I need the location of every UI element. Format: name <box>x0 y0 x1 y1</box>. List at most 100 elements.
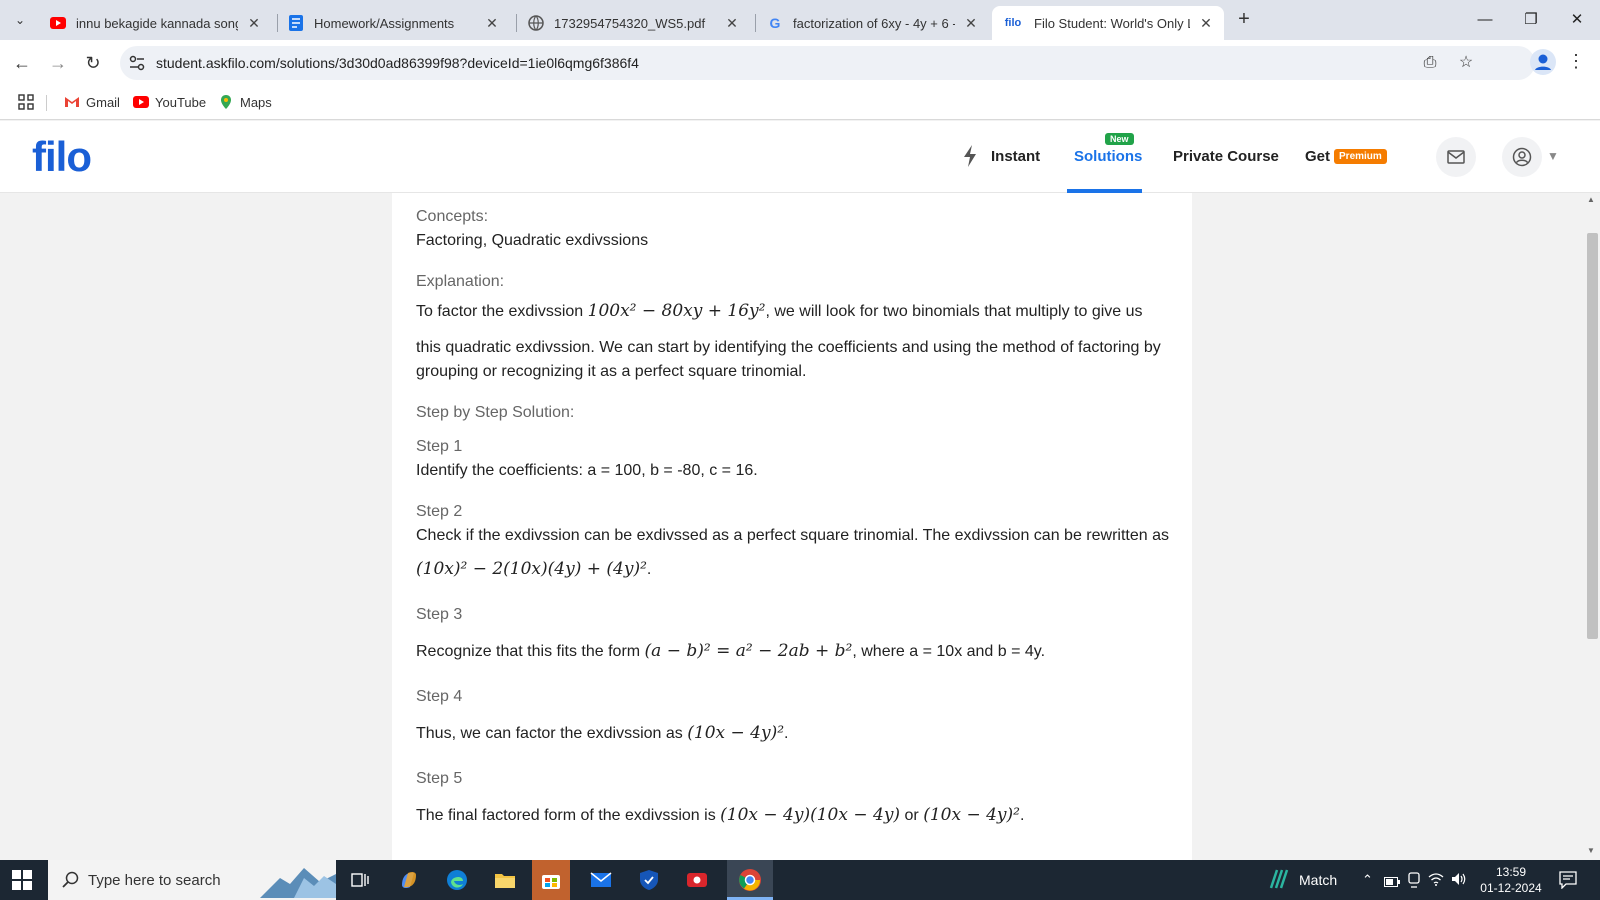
step-3-text: Recognize that this fits the form (a − b… <box>416 639 1176 664</box>
url-text: student.askfilo.com/solutions/3d30d0ad86… <box>156 55 639 71</box>
bookmark-label: YouTube <box>155 94 207 110</box>
browser-toolbar: ← → ↻ student.askfilo.com/solutions/3d30… <box>0 40 1600 86</box>
bookmark-maps[interactable]: Maps <box>218 94 272 110</box>
windows-start-icon[interactable] <box>12 870 32 890</box>
mail-icon[interactable] <box>1436 137 1476 177</box>
explanation-label: Explanation: <box>416 273 505 290</box>
step-1-text: Identify the coefficients: a = 100, b = … <box>416 462 758 479</box>
user-account-icon[interactable] <box>1502 137 1542 177</box>
address-bar[interactable]: student.askfilo.com/solutions/3d30d0ad86… <box>120 46 1535 80</box>
filo-logo[interactable]: filo <box>32 133 92 181</box>
nav-get-premium[interactable]: Get Premium <box>1305 148 1387 165</box>
tab-separator <box>755 14 756 32</box>
tab-filo[interactable]: filo Filo Student: World's Only Live I ✕ <box>992 6 1224 40</box>
close-icon[interactable]: ✕ <box>484 15 500 32</box>
step-4-math: (10x − 4y)² <box>687 723 785 743</box>
restore-icon[interactable]: ❐ <box>1508 6 1554 34</box>
tab-google-search[interactable]: G factorization of 6xy - 4y + 6 - 9 ✕ <box>757 6 989 40</box>
step-5-text: The final factored form of the exdivssio… <box>416 803 1176 828</box>
close-window-icon[interactable]: ✕ <box>1554 6 1600 34</box>
document-icon <box>288 15 304 31</box>
new-tab-button[interactable]: + <box>1232 8 1256 32</box>
taskbar-search-box[interactable]: Type here to search <box>48 860 336 900</box>
reload-icon[interactable]: ↻ <box>80 50 106 76</box>
explanation-post: , we will look for two binomials that mu… <box>765 303 1143 320</box>
wifi-icon[interactable] <box>1428 872 1444 891</box>
google-icon: G <box>769 15 781 31</box>
step-5-math: (10x − 4y)(10x − 4y) <box>720 805 901 825</box>
step-5-mid: or <box>900 807 924 824</box>
step-4-pre: Thus, we can factor the exdivssion as <box>416 725 688 742</box>
forward-arrow-icon[interactable]: → <box>45 50 71 76</box>
tab-title: innu bekagide kannada song - <box>76 15 238 31</box>
tab-youtube[interactable]: innu bekagide kannada song - ✕ <box>40 6 272 40</box>
concepts-label: Concepts: <box>416 208 489 225</box>
back-arrow-icon[interactable]: ← <box>9 50 35 76</box>
microsoft-store-icon[interactable] <box>537 866 565 894</box>
scrollbar-thumb[interactable] <box>1587 233 1598 639</box>
maps-icon <box>218 94 234 110</box>
search-icon <box>62 871 80 889</box>
bookmark-star-icon[interactable]: ☆ <box>1456 53 1476 73</box>
gmail-icon <box>64 94 80 110</box>
mail-app-icon[interactable] <box>587 866 615 894</box>
tab-strip: ⌄ innu bekagide kannada song - ✕ Homewor… <box>0 0 1600 40</box>
apps-grid-icon[interactable] <box>18 94 34 110</box>
profile-avatar-icon[interactable] <box>1530 49 1556 75</box>
solution-card: Concepts: Factoring, Quadratic exdivssio… <box>392 193 1192 860</box>
volume-icon[interactable] <box>1451 872 1467 891</box>
file-explorer-icon[interactable] <box>491 866 519 894</box>
bookmark-gmail[interactable]: Gmail <box>64 94 120 110</box>
tab-title: factorization of 6xy - 4y + 6 - 9 <box>793 15 955 31</box>
system-clock[interactable]: 13:59 01-12-2024 <box>1470 864 1552 896</box>
tab-pdf[interactable]: 1732954754320_WS5.pdf ✕ <box>518 6 750 40</box>
security-shield-icon[interactable] <box>635 866 663 894</box>
chrome-icon[interactable] <box>736 866 764 894</box>
step-2-text: Check if the exdivssion can be exdivssed… <box>416 527 1169 544</box>
copilot-icon[interactable] <box>395 866 423 894</box>
weather-label[interactable]: Match <box>1299 872 1337 888</box>
battery-icon[interactable] <box>1384 874 1400 892</box>
search-placeholder: Type here to search <box>88 872 221 889</box>
site-header: filo Instant New Solutions Private Cours… <box>0 121 1600 193</box>
bookmarks-bar: Gmail YouTube Maps <box>0 86 1600 120</box>
scroll-down-arrow-icon[interactable]: ▼ <box>1587 846 1595 855</box>
step-4-label: Step 4 <box>416 688 463 705</box>
task-view-icon[interactable] <box>346 866 374 894</box>
step-4-post: . <box>784 725 789 742</box>
bookmark-youtube[interactable]: YouTube <box>133 94 206 110</box>
screen-recorder-icon[interactable] <box>683 866 711 894</box>
close-icon[interactable]: ✕ <box>246 15 262 32</box>
close-icon[interactable]: ✕ <box>724 15 740 32</box>
windows-taskbar: Type here to search Match ⌃ 13:59 01-12-… <box>0 860 1600 900</box>
get-label: Get <box>1305 148 1331 165</box>
clock-date: 01-12-2024 <box>1480 881 1542 895</box>
install-app-icon[interactable]: ⎙ <box>1420 53 1440 73</box>
close-icon[interactable]: ✕ <box>1198 15 1214 32</box>
tab-search-dropdown-icon[interactable]: ⌄ <box>8 8 32 32</box>
step-3-pre: Recognize that this fits the form <box>416 643 645 660</box>
step-5-post: . <box>1019 807 1025 824</box>
nav-solutions[interactable]: Solutions <box>1074 148 1142 165</box>
tab-homework[interactable]: Homework/Assignments ✕ <box>278 6 510 40</box>
browser-menu-icon[interactable]: ⋮ <box>1567 51 1585 72</box>
nav-instant[interactable]: Instant <box>991 148 1040 165</box>
explanation-text: this quadratic exdivssion. We can start … <box>416 339 1161 380</box>
site-info-icon[interactable] <box>128 54 146 72</box>
meet-now-icon[interactable] <box>1407 872 1421 893</box>
chevron-up-icon[interactable]: ⌃ <box>1362 872 1373 888</box>
nav-private-course[interactable]: Private Course <box>1173 148 1279 165</box>
chevron-down-icon[interactable]: ▼ <box>1547 149 1559 163</box>
step-5-label: Step 5 <box>416 770 463 787</box>
notification-icon[interactable] <box>1559 871 1577 894</box>
step-3-label: Step 3 <box>416 606 463 623</box>
step-5-pre: The final factored form of the exdivssio… <box>416 807 721 824</box>
filo-icon: filo <box>1004 17 1022 29</box>
new-badge: New <box>1105 133 1134 145</box>
close-icon[interactable]: ✕ <box>963 15 979 32</box>
minimize-icon[interactable]: — <box>1462 6 1508 34</box>
scroll-up-arrow-icon[interactable]: ▲ <box>1587 195 1595 204</box>
edge-icon[interactable] <box>443 866 471 894</box>
tab-title: Homework/Assignments <box>314 15 455 31</box>
bookmark-label: Maps <box>240 94 272 110</box>
